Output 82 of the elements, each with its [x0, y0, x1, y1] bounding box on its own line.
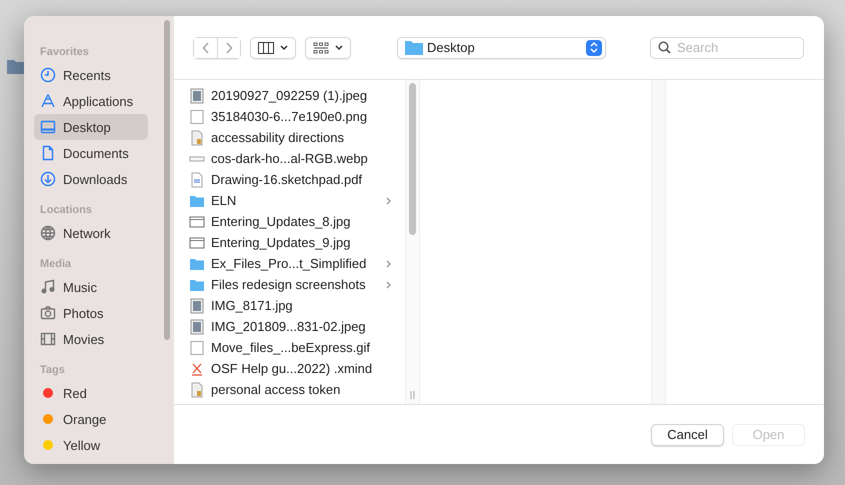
image-file-icon [189, 108, 205, 124]
file-row[interactable]: 35184030-6...7e190e0.png [174, 106, 405, 127]
desktop-icon [40, 119, 56, 135]
sidebar-label: Red [63, 386, 87, 400]
search-field[interactable]: Search [650, 36, 804, 58]
location-popup[interactable]: Desktop [397, 36, 606, 58]
file-row[interactable]: ELN [174, 190, 405, 211]
file-row[interactable]: Drawing-16.sketchpad.pdf [174, 169, 405, 190]
column-view-button[interactable] [250, 36, 296, 58]
forward-button[interactable] [217, 38, 240, 58]
section-heading: Media [40, 258, 72, 270]
sidebar-label: Desktop [63, 120, 111, 134]
globe-icon [40, 225, 56, 241]
search-icon [658, 41, 671, 54]
sidebar-label: Applications [63, 94, 134, 108]
file-row[interactable]: Entering_Updates_9.jpg [174, 232, 405, 253]
package-file-icon [189, 382, 205, 398]
sidebar-item[interactable]: Recents [34, 62, 148, 88]
columns-icon [258, 42, 274, 54]
chevron-left-icon [202, 42, 210, 54]
file-row[interactable]: IMG_201809...831-02.jpeg [174, 316, 405, 337]
file-row[interactable]: OSF Help gu...2022) .xmind [174, 358, 405, 379]
sidebar-label: Music [63, 280, 97, 294]
screenshot-file-icon [189, 234, 205, 250]
photo-thumbnail-icon [189, 318, 205, 334]
chevron-down-icon [280, 44, 288, 50]
letter-a-icon [40, 93, 56, 109]
sidebar-label: Movies [63, 332, 104, 346]
document-icon [40, 145, 56, 161]
sidebar-item[interactable]: Music [34, 274, 148, 300]
file-row[interactable]: IMG_8171.jpg [174, 295, 405, 316]
file-row[interactable]: accessability directions [174, 127, 405, 148]
sidebar-item[interactable]: Yellow [34, 432, 148, 458]
sidebar-label: Yellow [63, 438, 100, 452]
photo-thumbnail-icon [189, 88, 205, 104]
section-heading: Tags [40, 364, 66, 376]
group-button[interactable] [305, 36, 351, 58]
file-row[interactable]: Move_files_...beExpress.gif [174, 337, 405, 358]
music-note-icon [40, 279, 56, 295]
cancel-button[interactable]: Cancel [651, 424, 724, 446]
sidebar-item[interactable]: Orange [34, 406, 148, 432]
download-icon [40, 171, 56, 187]
sidebar-item[interactable]: Desktop [34, 114, 148, 140]
chevron-right-icon [225, 42, 233, 54]
resize-grip-icon[interactable] [410, 391, 415, 399]
file-row[interactable]: cos-dark-ho...al-RGB.webp [174, 148, 405, 169]
pdf-file-icon [189, 172, 205, 188]
folder-icon [405, 40, 423, 55]
sidebar-label: Network [63, 226, 111, 240]
file-row[interactable]: Files redesign screenshots [174, 274, 405, 295]
sidebar-item[interactable]: Documents [34, 140, 148, 166]
sidebar-item[interactable]: Movies [34, 326, 148, 352]
sidebar-item[interactable]: Red [34, 380, 148, 406]
image-file-icon [189, 340, 205, 356]
sidebar-item[interactable]: Photos [34, 300, 148, 326]
sidebar-label: Photos [63, 306, 104, 320]
camera-icon [40, 305, 56, 321]
clock-icon [40, 67, 56, 83]
scrollbar-thumb[interactable] [409, 83, 416, 235]
sidebar-label: Recents [63, 68, 111, 82]
photo-thumbnail-icon [189, 298, 205, 314]
chevron-down-icon [335, 44, 343, 50]
section-heading: Favorites [40, 46, 90, 58]
back-button[interactable] [194, 38, 217, 58]
scrollbar[interactable] [405, 80, 420, 404]
screenshot-file-icon [189, 214, 205, 230]
sidebar-item[interactable]: Applications [34, 88, 148, 114]
scrollbar-thumb[interactable] [164, 20, 170, 340]
sidebar-label: Documents [63, 146, 129, 160]
sidebar-item[interactable]: Downloads [34, 166, 148, 192]
section-heading: Locations [40, 204, 93, 216]
sidebar-item[interactable]: Network [34, 220, 148, 246]
file-row[interactable]: personal access token [174, 379, 405, 400]
stepper-icon [586, 40, 602, 56]
file-row[interactable]: Entering_Updates_8.jpg [174, 211, 405, 232]
sidebar-label: Downloads [63, 172, 128, 186]
film-icon [40, 331, 56, 347]
grid-icon [313, 42, 329, 54]
file-row[interactable]: 20190927_092259 (1).jpeg [174, 85, 405, 106]
sidebar-label: Orange [63, 412, 106, 426]
file-row[interactable]: Ex_Files_Pro...t_Simplified [174, 253, 405, 274]
package-file-icon [189, 130, 205, 146]
